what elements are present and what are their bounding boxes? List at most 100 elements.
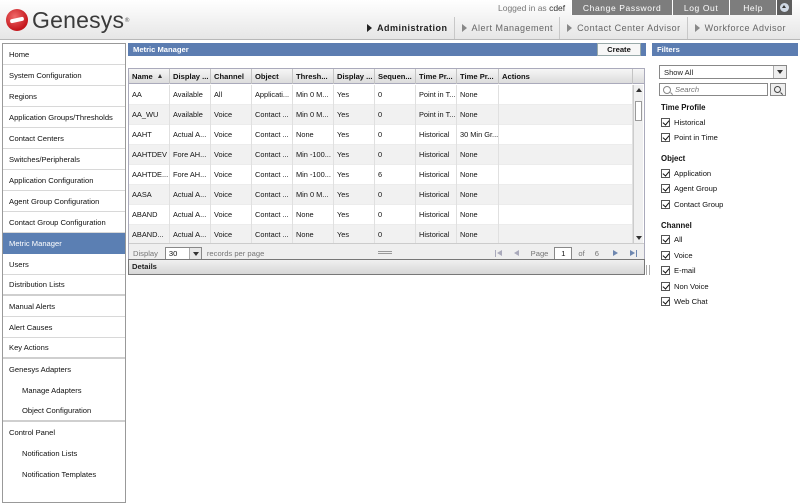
column-header-4[interactable]: Object [252,69,293,84]
table-row[interactable]: AA Available All Applicati... Min 0 M... Yes 0… [129,85,634,105]
table-cell: Min 0 M... [293,185,334,205]
sidebar-item-genesys-adapters[interactable]: Genesys Adapters [3,359,125,380]
help-link[interactable]: Help [729,0,777,15]
search-input[interactable] [675,85,765,94]
sidebar-item-regions[interactable]: Regions [3,86,125,107]
tab-administration[interactable]: Administration [360,17,454,39]
column-header-10[interactable]: Actions [499,69,633,84]
checkbox-checked-icon[interactable] [661,117,670,127]
checkbox-checked-icon[interactable] [661,133,670,142]
sidebar-item-contact-group-configuration[interactable]: Contact Group Configuration [3,212,125,233]
scroll-down-icon[interactable] [636,236,642,240]
log-out-link[interactable]: Log Out [672,0,730,15]
sidebar-item-notification-lists[interactable]: Notification Lists [3,443,125,464]
search-icon [774,86,781,93]
change-password-link[interactable]: Change Password [571,0,673,15]
sidebar-item-contact-centers[interactable]: Contact Centers [3,128,125,149]
table-cell: Contact ... [252,205,293,225]
filter-application[interactable]: Application [661,167,711,179]
filter-all[interactable]: All [661,234,682,246]
filter-agent-group[interactable]: Agent Group [661,183,717,195]
sidebar-item-home[interactable]: Home [3,44,125,65]
checkbox-checked-icon[interactable] [661,235,670,244]
first-page-icon[interactable] [494,248,505,259]
checkbox-checked-icon[interactable] [661,281,670,291]
column-header-label: Sequen... [378,72,412,81]
table-row[interactable]: AAHTDE... Fore AH... Voice Contact ... Min -… [129,165,634,185]
sort-ascending-icon [157,74,162,78]
previous-page-icon[interactable] [511,248,522,259]
table-cell: Contact ... [252,125,293,145]
checkbox-checked-icon[interactable] [661,266,670,275]
sidebar-item-agent-group-configuration[interactable]: Agent Group Configuration [3,191,125,212]
search-button[interactable] [770,83,786,96]
collapse-header-button[interactable] [776,0,793,15]
sidebar-item-manual-alerts[interactable]: Manual Alerts [3,296,125,317]
sidebar-item-application-groups-thresholds[interactable]: Application Groups/Thresholds [3,107,125,128]
column-header-5[interactable]: Thresh... [293,69,334,84]
column-header-8[interactable]: Time Pr... [416,69,457,84]
column-header-2[interactable]: Display ... [170,69,211,84]
filter-point-in-time[interactable]: Point in Time [661,132,718,144]
checkbox-checked-icon[interactable] [661,168,670,178]
checkbox-checked-icon[interactable] [661,199,670,209]
tab-workforce-advisor[interactable]: Workforce Advisor [686,17,792,39]
column-header-7[interactable]: Sequen... [375,69,416,84]
sidebar-item-distribution-lists[interactable]: Distribution Lists [3,275,125,296]
sidebar-item-alert-causes[interactable]: Alert Causes [3,317,125,338]
tab-contact-center-advisor[interactable]: Contact Center Advisor [559,17,687,39]
panel-splitter-handle[interactable] [378,251,392,254]
details-section-header[interactable]: Details [128,259,645,275]
table-row[interactable]: AA_WU Available Voice Contact ... Min 0 M...… [129,105,634,125]
next-page-icon[interactable] [610,248,621,259]
sidebar-item-object-configuration[interactable]: Object Configuration [3,401,125,422]
table-row[interactable]: ABAND... Actual A... Voice Contact ... None Y… [129,225,634,243]
scroll-thumb[interactable] [635,101,642,121]
filters-splitter-handle[interactable] [646,265,650,275]
column-header-3[interactable]: Channel [211,69,252,84]
sidebar-item-control-panel[interactable]: Control Panel [3,422,125,443]
filter-e-mail[interactable]: E-mail [661,265,696,277]
filter-web-chat[interactable]: Web Chat [661,296,708,308]
column-header-label: Display ... [337,72,373,81]
show-filter-select[interactable]: Show All [659,65,787,79]
table-row[interactable]: ABAND Actual A... Voice Contact ... None Yes 0… [129,205,634,225]
table-cell: Voice [211,205,252,225]
sidebar-item-key-actions[interactable]: Key Actions [3,338,125,359]
tab-arrow-icon [461,24,467,32]
checkbox-checked-icon[interactable] [661,250,670,260]
grid-vertical-scrollbar[interactable] [633,85,643,243]
column-header-9[interactable]: Time Pr... [457,69,499,84]
filter-search-field[interactable] [659,83,768,96]
column-header-6[interactable]: Display ... [334,69,375,84]
create-button[interactable]: Create [597,43,641,56]
checkbox-checked-icon[interactable] [661,297,670,306]
chevron-down-icon [188,248,201,259]
table-cell: AAHTDE... [129,165,170,185]
sidebar-item-users[interactable]: Users [3,254,125,275]
table-row[interactable]: AASA Actual A... Voice Contact ... Min 0 M..… [129,185,634,205]
table-cell [499,125,633,145]
last-page-icon[interactable] [627,248,638,259]
filter-non-voice[interactable]: Non Voice [661,280,709,292]
sidebar-item-system-configuration[interactable]: System Configuration [3,65,125,86]
sidebar-item-manage-adapters[interactable]: Manage Adapters [3,380,125,401]
filter-historical[interactable]: Historical [661,116,705,128]
table-cell: Contact ... [252,105,293,125]
sidebar-item-switches-peripherals[interactable]: Switches/Peripherals [3,149,125,170]
table-cell: Actual A... [170,185,211,205]
table-row[interactable]: AAHT Actual A... Voice Contact ... None Yes 0 H… [129,125,634,145]
table-row[interactable]: AAHTDEV Fore AH... Voice Contact ... Min -10… [129,145,634,165]
table-cell [499,105,633,125]
filter-voice[interactable]: Voice [661,249,693,261]
filter-contact-group[interactable]: Contact Group [661,198,723,210]
tab-alert-management[interactable]: Alert Management [453,17,560,39]
table-cell: Yes [334,145,375,165]
column-header-1[interactable]: Name [129,69,170,84]
scroll-up-icon[interactable] [636,88,642,92]
sidebar-item-metric-manager[interactable]: Metric Manager [3,233,125,254]
sidebar-item-application-configuration[interactable]: Application Configuration [3,170,125,191]
filter-label: Point in Time [674,133,718,142]
sidebar-item-notification-templates[interactable]: Notification Templates [3,464,125,485]
checkbox-checked-icon[interactable] [661,184,670,193]
